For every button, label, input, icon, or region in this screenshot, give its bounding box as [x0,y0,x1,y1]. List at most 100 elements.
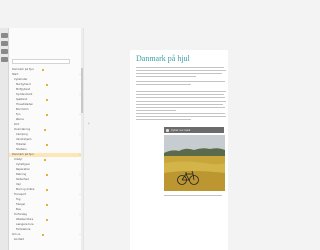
sidebar-item-label: Danmark på hjul [12,153,34,156]
sidebar-item[interactable]: Sikkerhed [9,178,83,182]
sidebar-scroll-thumb[interactable] [81,68,83,113]
sidebar-item-label: Cykelruter [14,78,28,81]
sidebar-item[interactable]: Camping ⌄ [9,133,83,137]
sidebar-item[interactable]: Shelters [9,148,83,152]
sidebar-item[interactable]: Hoteller [9,143,83,147]
page-title: Danmark på hjul [136,54,190,63]
panel-splitter-handle[interactable]: ‹ [88,121,90,127]
sidebar-item[interactable]: Turforslag ⌄ [9,213,83,217]
camera-icon [166,128,169,132]
status-dot-icon [46,144,48,146]
sidebar-item-label: Familieture [16,228,31,231]
article-paragraph [136,81,226,87]
article-paragraph [136,113,226,122]
sidebar-item[interactable]: Kontakt [9,238,83,242]
sidebar-item[interactable]: Cykelruter [9,78,83,82]
sidebar-item-label: Længere ture [16,223,34,226]
sidebar-item[interactable]: Fyn ⌄ [9,113,83,117]
sidebar: Danmark på hjul Start ⌄ Cykelruter Nordjylla… [9,28,84,250]
sidebar-item-label: Weekendture [16,218,34,221]
sidebar-item[interactable]: Vejr [9,183,83,187]
sidebar-item-label: Transport [14,193,27,196]
sidebar-item-label: Syddanmark [16,93,33,96]
sidebar-item-label: Bus [16,208,21,211]
photo [164,135,225,191]
sidebar-item-label: Vandrehjem [16,138,32,141]
sidebar-item[interactable]: Familieture [9,228,83,232]
left-toolbar [0,28,9,250]
sidebar-item-label: Hoteller [16,143,27,146]
sidebar-item[interactable]: Reparation [9,168,83,172]
bookmark-icon[interactable] [1,41,8,46]
status-dot-icon [46,219,48,221]
figure-caption-label: Cykel i en mark [171,128,191,132]
sidebar-item-label: Bornholm [16,108,29,111]
sidebar-item-label: Udstyr [14,158,23,161]
sidebar-item-label: Pakning [16,173,27,176]
status-dot-icon [46,84,48,86]
sidebar-item-label: Nordjylland [16,83,31,86]
sidebar-item[interactable]: Bornholm [9,108,83,112]
sidebar-item[interactable]: Midtjylland [9,88,83,92]
figure-caption [164,195,225,198]
sidebar-item[interactable]: Kort [9,123,83,127]
sidebar-item-label: Sikkerhed [16,178,29,181]
article-paragraph [136,91,226,100]
sidebar-item[interactable]: Start ⌄ [9,73,83,77]
sidebar-item[interactable]: Pakning ⌄ [9,173,83,177]
sidebar-item-label: Fyn [16,113,21,116]
sidebar-item-label: Danmark på hjul [12,68,34,71]
sidebar-item-label: Øerne [16,118,24,121]
status-dot-icon [46,114,48,116]
sidebar-search-input[interactable] [12,59,70,64]
sidebar-item-label: Midtjylland [16,88,31,91]
sidebar-item[interactable]: Øerne [9,118,83,122]
status-dot-icon [46,174,48,176]
sidebar-item-label: Om os [12,233,21,236]
sidebar-item-label: Kort [14,123,20,126]
sidebar-item-label: Camping [16,133,28,136]
sidebar-item[interactable]: Vandrehjem [9,138,83,142]
sidebar-item[interactable]: Overnatning [9,128,83,132]
sidebar-item[interactable]: Sjælland [9,98,83,102]
sidebar-item[interactable]: Tog [9,198,83,202]
sidebar-scrollbar[interactable] [81,28,83,250]
sidebar-item[interactable]: Nordjylland [9,83,83,87]
article-paragraph [136,101,226,113]
search-icon[interactable] [1,49,8,54]
sidebar-item-label: Sjælland [16,98,28,101]
sidebar-item-label: Shelters [16,148,27,151]
status-dot-icon [42,69,44,71]
sidebar-item-label: Turforslag [14,213,27,216]
sidebar-item[interactable]: Danmark på hjul [9,68,83,72]
sidebar-item-label: Reparation [16,168,31,171]
status-dot-icon [46,204,48,206]
menu-icon[interactable] [1,33,8,38]
sidebar-item[interactable]: Om os ⌄ [9,233,83,237]
sidebar-item-label: Mad og drikke [16,188,35,191]
sidebar-item-label: Overnatning [14,128,31,131]
sidebar-item-label: Færger [16,203,26,206]
sidebar-item[interactable]: Cykeltyper [9,163,83,167]
sidebar-item-label: Tog [16,198,21,201]
settings-icon[interactable] [1,57,8,62]
sidebar-item-label: Cykeltyper [16,163,30,166]
article-paragraph [136,67,226,79]
sidebar-item[interactable]: Færger [9,203,83,207]
figure-header: Cykel i en mark [164,127,224,133]
status-dot-icon [46,189,48,191]
sidebar-item[interactable]: Syddanmark ⌄ [9,93,83,97]
sidebar-item[interactable]: Mad og drikke [9,188,83,192]
sidebar-item[interactable]: Udstyr [9,158,83,162]
sidebar-item[interactable]: Længere ture [9,223,83,227]
status-dot-icon [44,129,46,131]
sidebar-item-label: Vejr [16,183,21,186]
sidebar-item[interactable]: Bus [9,208,83,212]
sidebar-item[interactable]: Transport ⌄ [9,193,83,197]
sidebar-item[interactable]: Danmark på hjul ⌄ [9,153,83,157]
sidebar-item[interactable]: Weekendture [9,218,83,222]
sidebar-item-label: Hovedstaden [16,103,34,106]
status-dot-icon [42,234,44,236]
sidebar-item-label: Kontakt [14,238,24,241]
sidebar-item[interactable]: Hovedstaden [9,103,83,107]
